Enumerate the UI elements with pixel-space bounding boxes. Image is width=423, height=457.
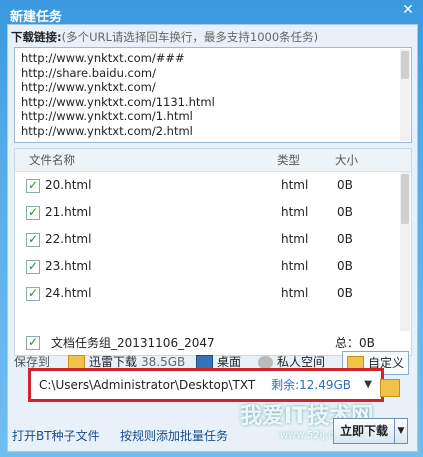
download-options-chevron-icon[interactable]: ▼ xyxy=(394,418,408,444)
url-line: http://www.ynktxt.com/1131.html xyxy=(21,94,215,109)
file-name: 24.html xyxy=(45,286,92,300)
group-checkbox[interactable]: ✓ xyxy=(26,336,40,350)
list-scroll-thumb[interactable] xyxy=(401,174,409,224)
table-row[interactable]: ✓ 21.html html 0B xyxy=(15,199,411,226)
private-label: 私人空间 xyxy=(277,355,326,369)
url-line: http://www.ynktxt.com/### xyxy=(21,51,185,65)
url-line: http://www.ynktxt.com/2.html xyxy=(21,123,193,138)
file-name: 22.html xyxy=(45,232,92,246)
url-line: http://www.ynktxt.com/ xyxy=(21,80,156,94)
col-type[interactable]: 类型 xyxy=(277,149,300,171)
free-space: 剩余:12.49GB xyxy=(271,378,351,392)
file-name: 23.html xyxy=(45,259,92,273)
xunlei-label: 迅雷下载 xyxy=(89,355,138,369)
list-header: 文件名称 类型 大小 xyxy=(15,149,411,172)
download-now-button[interactable]: 立即下载 xyxy=(333,418,395,444)
table-row[interactable]: ✓ 20.html html 0B xyxy=(15,172,411,199)
table-row[interactable]: ✓ 24.html html 0B xyxy=(15,280,411,307)
url-textarea[interactable]: http://www.ynktxt.com/### http://share.b… xyxy=(14,47,412,143)
checkbox[interactable]: ✓ xyxy=(26,287,40,301)
table-row[interactable]: ✓ 23.html html 0B xyxy=(15,253,411,280)
file-size: 0B xyxy=(337,232,353,246)
url-scrollbar[interactable] xyxy=(400,49,410,141)
link-label-row: 下载链接:(多个URL请选择回车换行，最多支持1000条任务) xyxy=(11,29,318,45)
file-size: 0B xyxy=(337,205,353,219)
table-row[interactable]: ✓ 22.html html 0B xyxy=(15,226,411,253)
file-size: 0B xyxy=(337,259,353,273)
link-hint: (多个URL请选择回车换行，最多支持1000条任务) xyxy=(61,30,319,44)
col-size[interactable]: 大小 xyxy=(335,149,358,171)
checkbox[interactable]: ✓ xyxy=(26,260,40,274)
xunlei-size: 38.5GB xyxy=(141,355,186,369)
desktop-label: 桌面 xyxy=(217,355,242,369)
save-path-field[interactable]: C:\Users\Administrator\Desktop\TXT 剩余:12… xyxy=(28,368,384,402)
file-name: 20.html xyxy=(45,178,92,192)
file-type: html xyxy=(281,232,309,246)
browse-folder-icon[interactable] xyxy=(380,379,400,397)
chevron-down-icon[interactable]: ▼ xyxy=(364,371,372,399)
file-size: 0B xyxy=(337,286,353,300)
link-label: 下载链接: xyxy=(11,30,62,44)
open-bt-link[interactable]: 打开BT种子文件 xyxy=(12,427,100,444)
url-line: http://www.ynktxt.com/1.html xyxy=(21,109,193,123)
url-line: http://share.baidu.com/ xyxy=(21,65,156,80)
file-type: html xyxy=(281,178,309,192)
file-list: 文件名称 类型 大小 ✓ 20.html html 0B ✓ 21.html h… xyxy=(14,148,412,333)
save-path-value: C:\Users\Administrator\Desktop\TXT xyxy=(39,378,256,392)
file-type: html xyxy=(281,286,309,300)
col-name[interactable]: 文件名称 xyxy=(29,149,75,171)
file-type: html xyxy=(281,259,309,273)
url-scroll-thumb[interactable] xyxy=(401,51,409,79)
list-scrollbar[interactable] xyxy=(400,172,410,331)
file-size: 0B xyxy=(337,178,353,192)
dialog-title: 新建任务 xyxy=(10,10,63,25)
close-icon[interactable]: ✕ xyxy=(401,3,415,17)
new-task-dialog: 新建任务 ✕ 下载链接:(多个URL请选择回车换行，最多支持1000条任务) h… xyxy=(0,0,423,457)
checkbox[interactable]: ✓ xyxy=(26,206,40,220)
file-name: 21.html xyxy=(45,205,92,219)
batch-task-link[interactable]: 按规则添加批量任务 xyxy=(120,427,228,444)
checkbox[interactable]: ✓ xyxy=(26,233,40,247)
checkbox[interactable]: ✓ xyxy=(26,179,40,193)
file-type: html xyxy=(281,205,309,219)
